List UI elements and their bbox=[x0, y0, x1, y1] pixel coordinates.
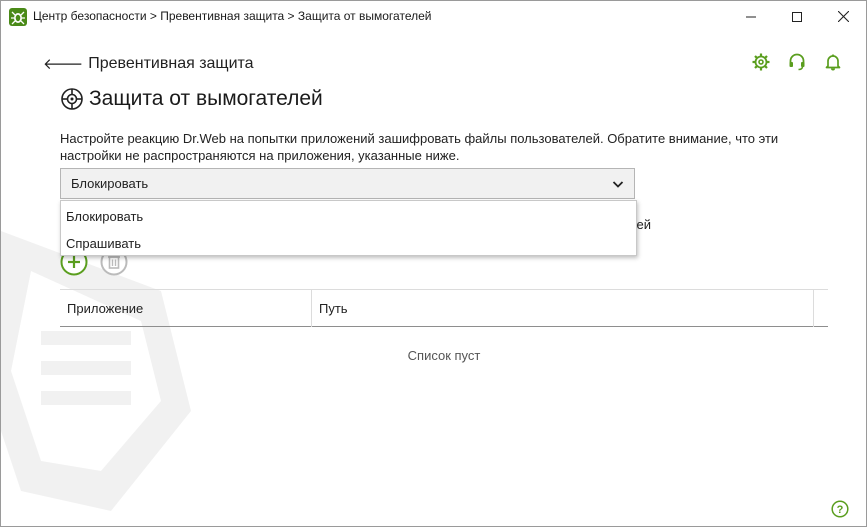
minimize-icon bbox=[746, 16, 756, 17]
question-icon[interactable]: ? bbox=[831, 500, 849, 518]
description-text: Настройте реакцию Dr.Web на попытки прил… bbox=[60, 131, 779, 163]
gear-icon[interactable] bbox=[752, 53, 770, 71]
svg-text:?: ? bbox=[837, 504, 844, 516]
close-icon bbox=[837, 11, 849, 22]
column-separator[interactable] bbox=[813, 290, 814, 327]
column-header-application[interactable]: Приложение bbox=[67, 301, 143, 316]
maximize-icon bbox=[792, 11, 802, 22]
dropdown-option-ask[interactable]: Спрашивать bbox=[66, 236, 141, 251]
reaction-select-value: Блокировать bbox=[71, 176, 149, 191]
back-link[interactable]: 🡐 Превентивная защита bbox=[43, 54, 254, 74]
headset-icon[interactable] bbox=[788, 53, 806, 71]
bell-icon[interactable] bbox=[824, 53, 842, 71]
drweb-spider-icon bbox=[9, 8, 27, 26]
reaction-dropdown-list: Блокировать Спрашивать bbox=[60, 200, 637, 256]
chevron-down-icon bbox=[612, 181, 624, 188]
column-header-path[interactable]: Путь bbox=[319, 301, 348, 316]
app-window: Центр безопасности > Превентивная защита… bbox=[0, 0, 867, 527]
window-title: Центр безопасности > Превентивная защита… bbox=[33, 9, 432, 23]
table-header: Приложение Путь bbox=[60, 289, 828, 327]
page-title: Защита от вымогателей bbox=[89, 87, 323, 110]
reaction-select[interactable]: Блокировать bbox=[60, 168, 635, 199]
close-button[interactable] bbox=[820, 1, 866, 32]
maximize-button[interactable] bbox=[774, 1, 820, 32]
title-bar: Центр безопасности > Превентивная защита… bbox=[1, 1, 866, 32]
ransomware-shield-icon bbox=[61, 88, 83, 110]
empty-list-message: Список пуст bbox=[407, 348, 481, 363]
column-separator[interactable] bbox=[311, 290, 312, 327]
back-arrow-icon: 🡐 bbox=[43, 56, 84, 73]
back-link-label: Превентивная защита bbox=[88, 54, 254, 72]
minimize-button[interactable] bbox=[728, 1, 774, 32]
dropdown-option-block[interactable]: Блокировать bbox=[66, 209, 143, 224]
exclusions-label: ей: bbox=[637, 217, 651, 232]
